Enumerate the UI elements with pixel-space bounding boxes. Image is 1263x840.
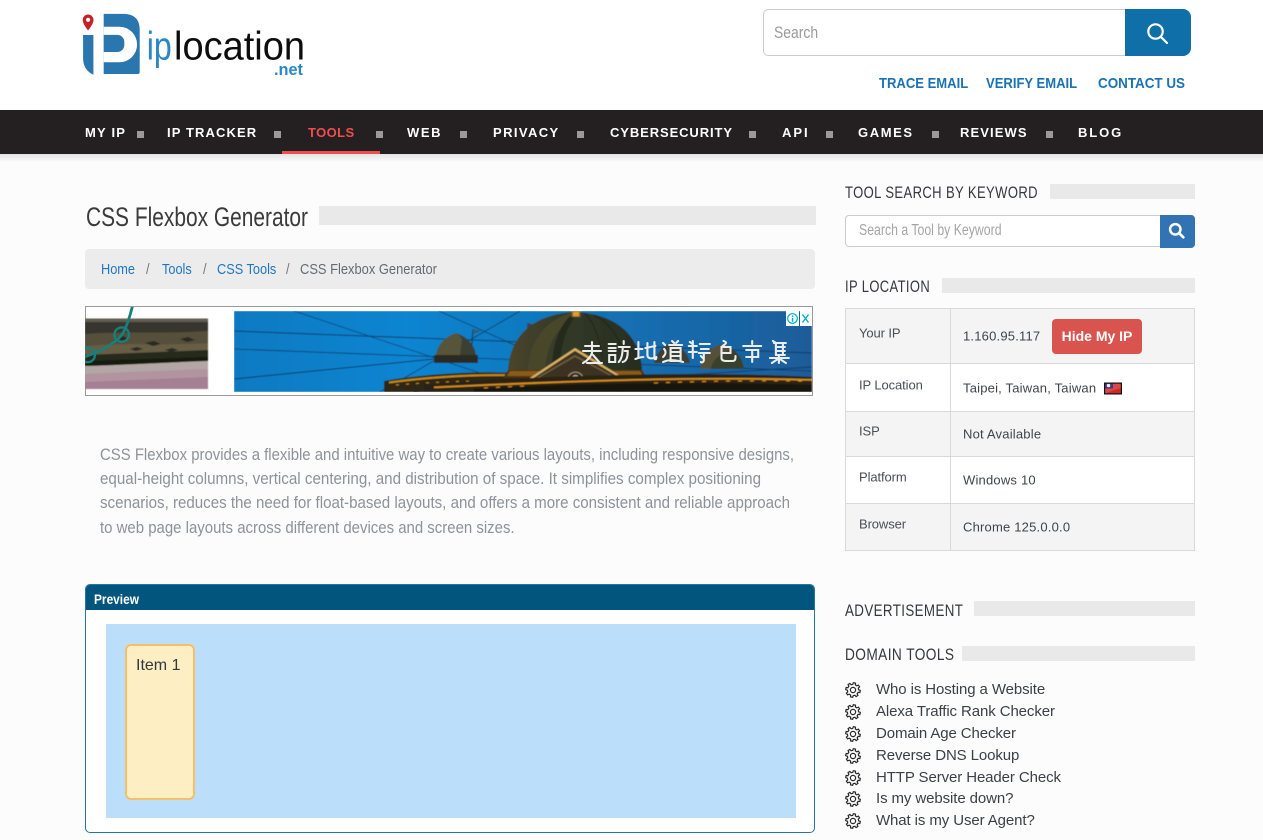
svg-text:ip: ip [147,25,172,69]
svg-text:.net: .net [274,60,303,79]
